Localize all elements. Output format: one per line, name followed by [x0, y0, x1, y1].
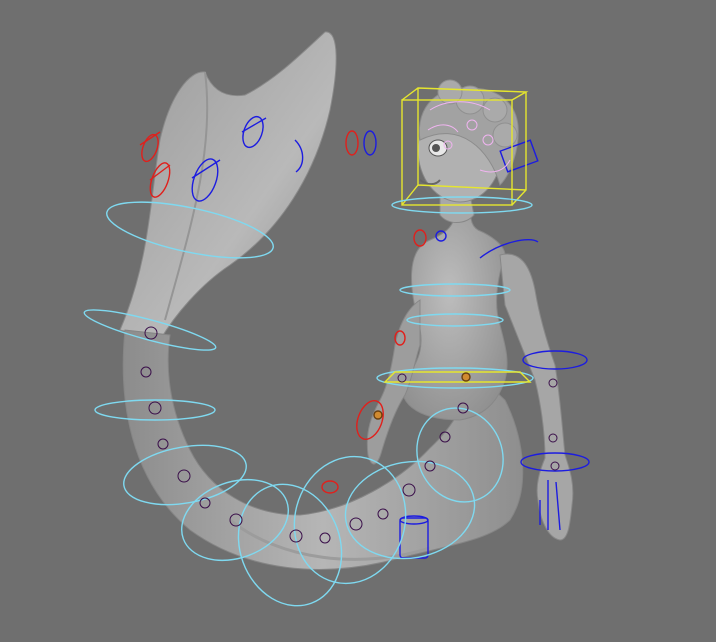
tail-fin[interactable] — [119, 31, 337, 341]
head[interactable] — [417, 79, 519, 203]
rig-scene[interactable] — [0, 0, 716, 642]
fk-circle-control[interactable] — [321, 480, 339, 494]
maya-3d-viewport[interactable] — [0, 0, 716, 642]
mermaid-mesh[interactable] — [119, 31, 574, 570]
fk-circle-control[interactable] — [363, 130, 377, 156]
fk-circle-control[interactable] — [413, 229, 427, 247]
fk-circle-control[interactable] — [345, 130, 359, 156]
